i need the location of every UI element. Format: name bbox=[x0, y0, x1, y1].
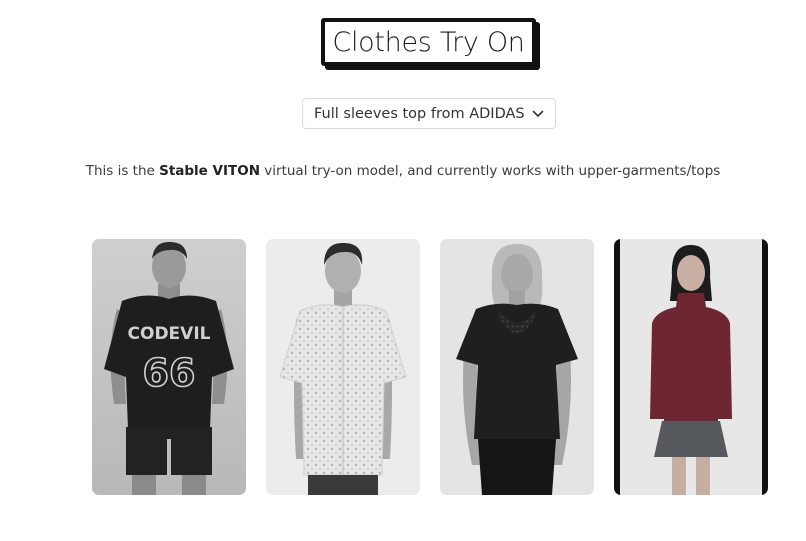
title-box: Clothes Try On bbox=[321, 18, 536, 66]
garment-select-value: Full sleeves top from ADIDAS bbox=[314, 105, 525, 122]
garment-select[interactable]: Full sleeves top from ADIDAS bbox=[302, 98, 556, 129]
jersey-number-text: 66 bbox=[143, 351, 196, 395]
woman-in-black-lace-top-image bbox=[440, 239, 594, 495]
model-name: Stable VITON bbox=[159, 163, 260, 179]
page: Clothes Try On Full sleeves top from ADI… bbox=[0, 0, 806, 541]
model-card-maroon-top[interactable] bbox=[614, 239, 768, 495]
woman-in-maroon-turtleneck-image bbox=[614, 239, 768, 495]
description: This is the Stable VITON virtual try-on … bbox=[0, 163, 806, 179]
man-in-black-jersey-image: CODEVIL 66 bbox=[92, 239, 246, 495]
model-card-shirt[interactable] bbox=[266, 239, 420, 495]
jersey-team-text: CODEVIL bbox=[128, 324, 211, 344]
model-card-jersey[interactable]: CODEVIL 66 bbox=[92, 239, 246, 495]
title-text: Clothes Try On bbox=[332, 26, 525, 58]
man-in-printed-shirt-image bbox=[266, 239, 420, 495]
description-suffix: virtual try-on model, and currently work… bbox=[260, 163, 721, 179]
chevron-down-icon bbox=[531, 107, 545, 121]
page-title: Clothes Try On bbox=[321, 18, 540, 70]
description-prefix: This is the bbox=[85, 163, 160, 179]
model-card-lace-top[interactable] bbox=[440, 239, 594, 495]
model-gallery: CODEVIL 66 bbox=[92, 239, 768, 495]
